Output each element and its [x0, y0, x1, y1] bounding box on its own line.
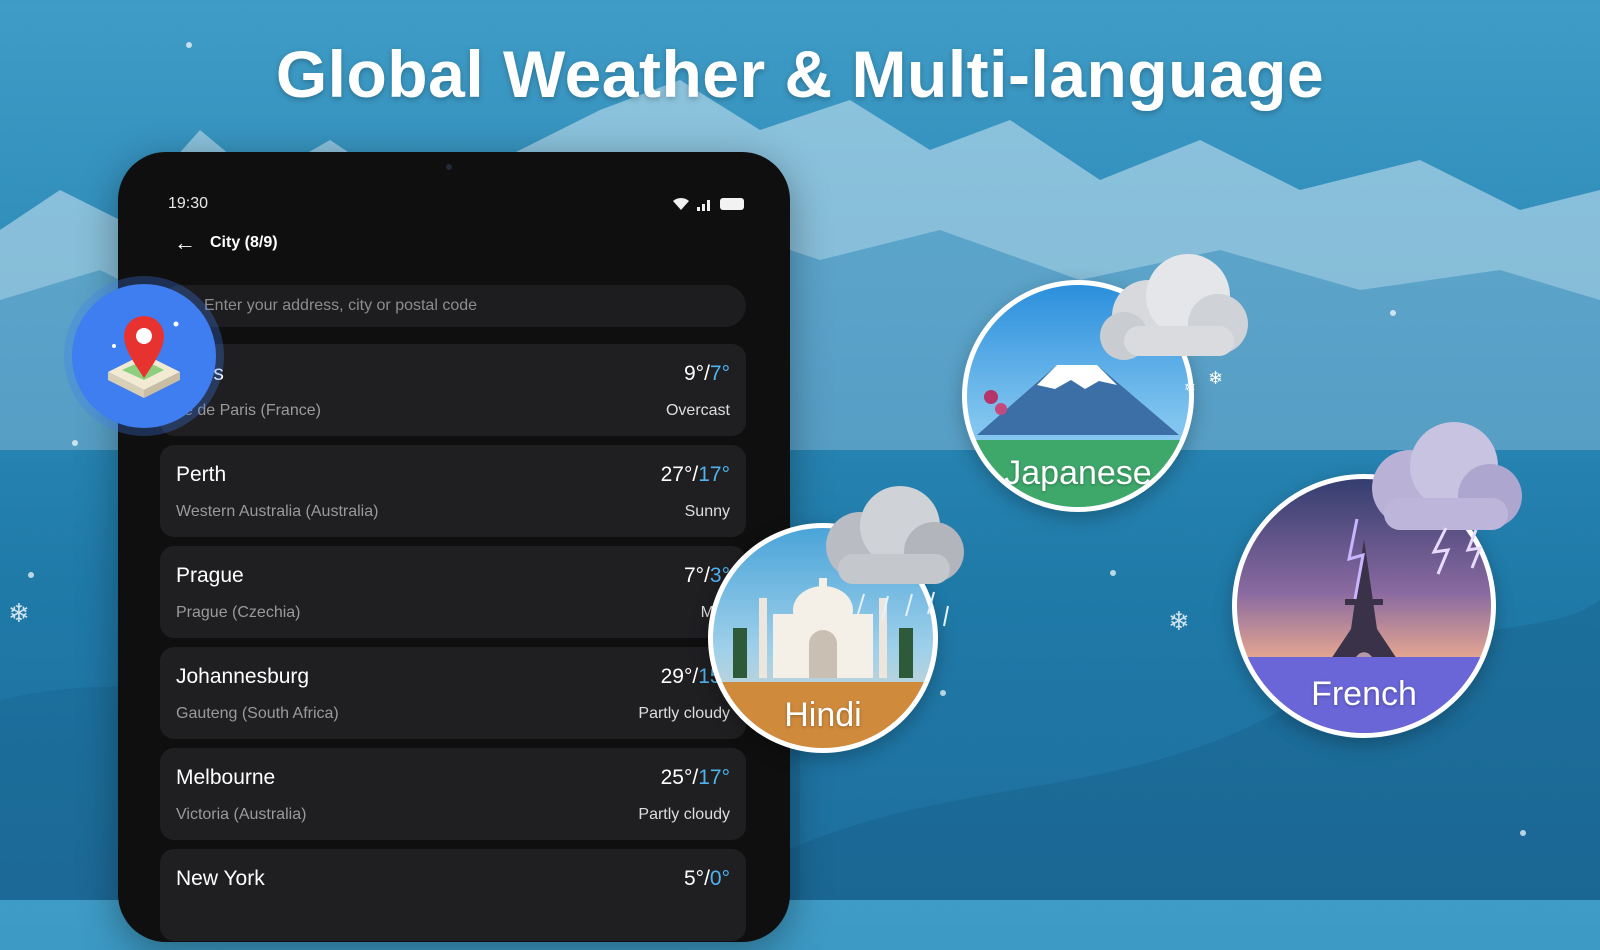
- cloud-snow-icon: ❄ ❄: [1100, 254, 1248, 396]
- camera-dot: [446, 164, 452, 170]
- city-temperature: 25°/17°: [661, 766, 730, 790]
- status-time: 19:30: [168, 195, 209, 212]
- battery-icon: [720, 198, 744, 210]
- city-card-johannesburg[interactable]: Johannesburg Gauteng (South Africa) 29°/…: [160, 647, 746, 739]
- language-label-french: French: [1237, 656, 1491, 733]
- cloud-rain-icon: [826, 486, 964, 627]
- city-region: Victoria (Australia): [176, 806, 307, 823]
- top-bar: ← City (8/9): [174, 232, 278, 254]
- temp-high: 5°: [684, 867, 705, 890]
- city-name: Prague: [176, 564, 244, 587]
- search-bar[interactable]: [160, 285, 746, 327]
- map-pin-icon: [108, 316, 180, 398]
- snowflake-icon: ❄: [8, 598, 30, 628]
- temp-high: 29°: [660, 665, 693, 688]
- snow-dot: [72, 440, 78, 446]
- city-temperature: 5°/0°: [684, 867, 730, 891]
- location-pin-badge: [72, 284, 216, 428]
- temp-low: 0°: [709, 867, 730, 890]
- snow-dot: [1390, 310, 1396, 316]
- snow-dot: [28, 572, 34, 578]
- city-name: Perth: [176, 463, 227, 486]
- city-condition: Partly cloudy: [638, 806, 730, 823]
- headline: Global Weather & Multi-language: [275, 37, 1325, 111]
- temp-high: 27°: [660, 463, 693, 486]
- snow-dot: [940, 690, 946, 696]
- svg-text:❄: ❄: [1208, 368, 1223, 389]
- city-card-new-york[interactable]: New York 5°/0°: [160, 849, 746, 941]
- svg-text:❄: ❄: [1184, 380, 1196, 396]
- city-card-prague[interactable]: Prague Prague (Czechia) 7°/3° Mist: [160, 546, 746, 638]
- snow-dot: [1110, 570, 1116, 576]
- city-condition: Sunny: [684, 503, 730, 520]
- language-label-hindi: Hindi: [713, 682, 933, 748]
- wifi-icon: [673, 197, 689, 210]
- status-bar: 19:30: [168, 192, 744, 216]
- language-label-japanese: Japanese: [967, 440, 1189, 507]
- temp-high: 9°: [684, 362, 705, 385]
- city-name: Melbourne: [176, 766, 276, 789]
- search-input[interactable]: [202, 296, 746, 316]
- snow-dot: [1520, 830, 1526, 836]
- temp-high: 25°: [660, 766, 693, 789]
- temp-low: 7°: [709, 362, 730, 385]
- city-name: Johannesburg: [176, 665, 310, 688]
- city-card-perth[interactable]: Perth Western Australia (Australia) 27°/…: [160, 445, 746, 537]
- status-icons: [672, 197, 744, 211]
- temp-low: 17°: [698, 463, 730, 486]
- city-card-melbourne[interactable]: Melbourne Victoria (Australia) 25°/17° P…: [160, 748, 746, 840]
- cloud-lightning-icon: [1372, 422, 1522, 575]
- temp-low: 17°: [698, 766, 730, 789]
- city-name: New York: [176, 867, 265, 890]
- city-card-paris[interactable]: Paris Île de Paris (France) 9°/7° Overca…: [160, 344, 746, 436]
- back-arrow-icon[interactable]: ←: [174, 232, 196, 254]
- city-region: Western Australia (Australia): [176, 503, 379, 520]
- city-temperature: 9°/7°: [684, 362, 730, 386]
- city-region: Gauteng (South Africa): [176, 705, 339, 722]
- city-condition: Overcast: [665, 402, 730, 419]
- temp-high: 7°: [684, 564, 705, 587]
- city-temperature: 27°/17°: [661, 463, 730, 487]
- city-list: Paris Île de Paris (France) 9°/7° Overca…: [160, 344, 746, 950]
- page-title: City (8/9): [210, 234, 278, 251]
- snowflake-icon: ❄: [1168, 606, 1190, 636]
- tablet-device: 19:30 ← City (8/9) Paris Île de Paris (F…: [118, 152, 790, 942]
- signal-icon: [697, 200, 710, 211]
- city-region: Prague (Czechia): [176, 604, 301, 621]
